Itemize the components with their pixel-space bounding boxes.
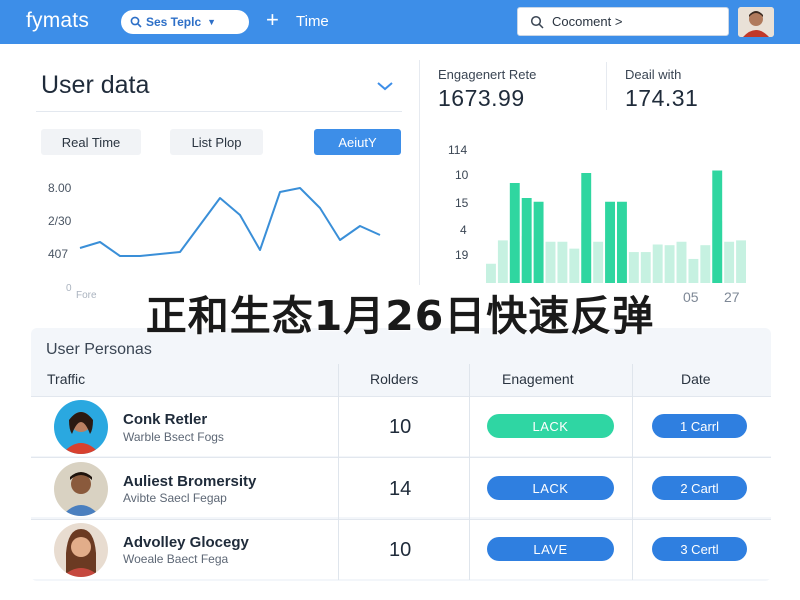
tab-list-plop[interactable]: List Plop	[170, 129, 263, 155]
status-badge[interactable]: LACK	[487, 414, 614, 438]
personas-title: User Personas	[46, 341, 152, 358]
persona-count: 14	[389, 478, 412, 500]
avatar-photo	[738, 7, 774, 37]
stat-value-engagement: 1673.99	[438, 85, 525, 111]
bar	[533, 201, 544, 283]
template-selector[interactable]: Ses Teplc ▼	[121, 10, 249, 34]
bar-background	[497, 240, 508, 283]
line-chart	[79, 187, 381, 257]
bar-background	[486, 263, 496, 283]
persona-count: 10	[389, 539, 412, 561]
bar-y-tick: 10	[455, 168, 469, 182]
search-input[interactable]: Cocoment >	[517, 7, 729, 36]
plus-icon[interactable]: +	[266, 8, 279, 32]
bar-background	[557, 241, 568, 283]
persona-name[interactable]: Conk Retler	[123, 411, 207, 428]
status-badge[interactable]: LACK	[487, 476, 614, 500]
bar-background	[664, 245, 675, 283]
bar	[509, 183, 520, 283]
bar	[605, 201, 615, 283]
bar-background	[593, 241, 604, 283]
user-avatar[interactable]	[738, 7, 774, 37]
bar	[581, 173, 592, 283]
bar-background	[545, 241, 556, 283]
persona-subtitle: Woeale Baect Fega	[123, 552, 229, 566]
bar	[617, 201, 627, 283]
stat-label-deal: Deail with	[625, 67, 682, 82]
bar-background	[736, 240, 746, 283]
persona-subtitle: Avibte Saecl Fegap	[123, 491, 227, 505]
avatar	[54, 462, 108, 516]
chevron-down-icon[interactable]	[375, 80, 395, 92]
column-header-traffic[interactable]: Traffic	[47, 371, 85, 387]
bar-y-tick: 19	[455, 248, 469, 262]
search-placeholder: Cocoment >	[552, 14, 623, 29]
bar-background	[640, 252, 651, 283]
bar-background	[652, 244, 663, 283]
bar-background	[724, 241, 735, 283]
brand-logo[interactable]: fymats	[26, 9, 89, 33]
search-icon	[530, 15, 544, 29]
chevron-down-icon: ▼	[207, 17, 217, 27]
headline-overlay: 正和生态1月26日快速反弹	[145, 292, 655, 341]
column-divider	[632, 364, 633, 580]
bar-y-tick: 4	[460, 223, 467, 237]
divider	[606, 62, 607, 110]
divider	[419, 60, 420, 285]
bar-y-tick: 15	[455, 196, 469, 210]
date-badge[interactable]: 3 Certl	[652, 537, 747, 561]
column-header-date[interactable]: Date	[681, 371, 711, 387]
page-title: User data	[41, 71, 150, 99]
time-button[interactable]: Time	[296, 13, 329, 30]
bar-background	[676, 241, 687, 283]
tab-real-time[interactable]: Real Time	[41, 129, 141, 155]
divider	[36, 111, 402, 112]
persona-name[interactable]: Advolley Glocegy	[123, 534, 249, 551]
line-series	[79, 187, 381, 257]
stat-value-deal: 174.31	[625, 85, 699, 111]
column-divider	[338, 364, 339, 580]
bar-background	[569, 248, 580, 283]
tab-activity[interactable]: AeiutY	[314, 129, 401, 155]
status-badge[interactable]: LAVE	[487, 537, 614, 561]
avatar	[54, 523, 108, 577]
bar	[712, 170, 723, 283]
stat-label-engagement: Engagenert Rete	[438, 67, 537, 82]
bar-chart	[486, 170, 746, 283]
date-badge[interactable]: 2 Cartl	[652, 476, 747, 500]
column-header-rolders[interactable]: Rolders	[370, 371, 418, 387]
bar-background	[700, 245, 711, 283]
search-icon	[130, 16, 142, 28]
bar	[521, 198, 532, 283]
column-divider	[469, 364, 470, 580]
avatar	[54, 400, 108, 454]
persona-subtitle: Warble Bsect Fogs	[123, 430, 224, 444]
template-selector-label: Ses Teplc	[146, 15, 202, 29]
bar-background	[688, 258, 699, 283]
column-header-engagement[interactable]: Enagement	[502, 371, 574, 387]
bar-background	[628, 252, 639, 283]
bar-y-tick: 114	[448, 143, 468, 157]
persona-name[interactable]: Auliest Bromersity	[123, 473, 256, 490]
date-badge[interactable]: 1 Carrl	[652, 414, 747, 438]
persona-count: 10	[389, 416, 412, 438]
